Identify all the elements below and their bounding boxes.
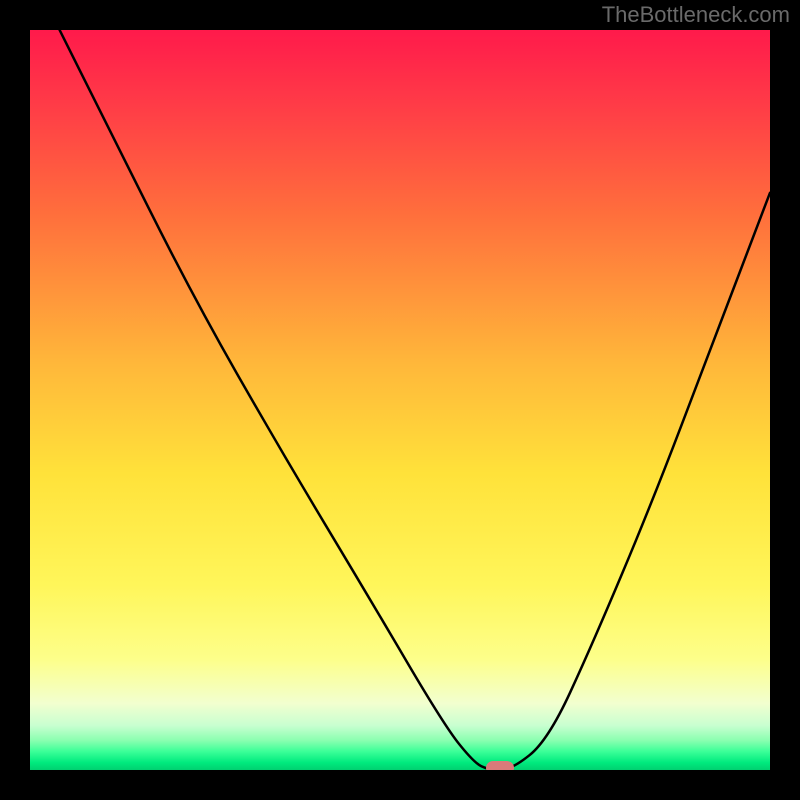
plot-area xyxy=(30,30,770,770)
watermark-text: TheBottleneck.com xyxy=(602,2,790,28)
optimal-point-marker xyxy=(486,761,514,770)
chart-container: TheBottleneck.com xyxy=(0,0,800,800)
curve-svg xyxy=(30,30,770,770)
bottleneck-curve xyxy=(60,30,770,770)
